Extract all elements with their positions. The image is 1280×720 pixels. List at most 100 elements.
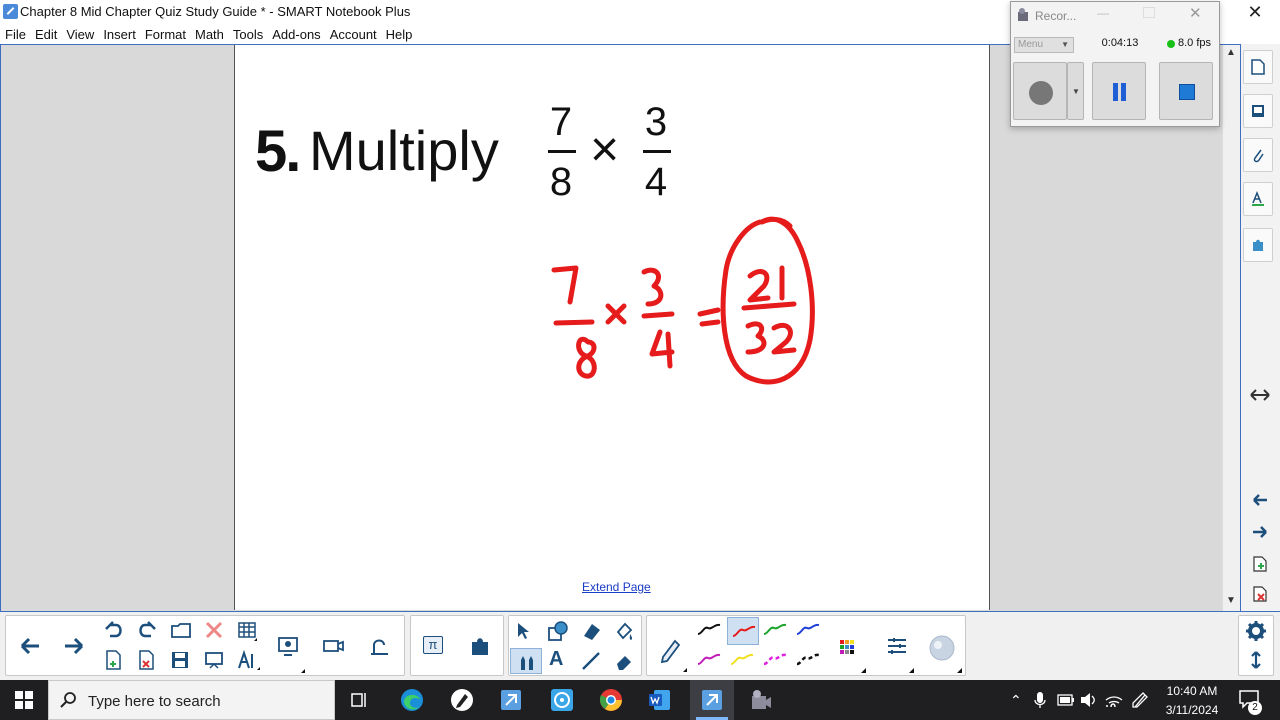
disc-app-icon[interactable]	[549, 687, 575, 713]
edge-browser-icon[interactable]	[399, 687, 425, 713]
gallery-tab[interactable]	[1243, 94, 1273, 128]
ink-stroke-bar3	[741, 301, 797, 311]
volume-icon[interactable]	[1080, 692, 1098, 708]
add-ons-puzzle-icon[interactable]	[469, 635, 491, 657]
properties-bubble-icon[interactable]	[926, 630, 964, 674]
magic-pen-icon[interactable]	[580, 620, 602, 642]
document-camera-icon[interactable]	[322, 637, 346, 655]
text-tool-icon[interactable]: A	[549, 648, 563, 671]
menu-insert[interactable]: Insert	[102, 24, 140, 44]
insert-table-icon[interactable]	[237, 621, 259, 641]
clock-time[interactable]: 10:40 AM	[1158, 684, 1226, 698]
responses-icon[interactable]	[368, 635, 392, 657]
next-page-arrow-icon[interactable]	[64, 637, 86, 655]
pen-green-swatch[interactable]	[762, 620, 788, 640]
recorder-close-icon[interactable]: ✕	[1189, 4, 1202, 22]
recorder-taskbar-icon[interactable]	[748, 687, 774, 713]
previous-page-arrow-icon[interactable]	[18, 637, 40, 655]
save-icon[interactable]	[170, 650, 190, 670]
toolbar-position-icon[interactable]	[1248, 650, 1264, 670]
delete-page-icon[interactable]	[1253, 586, 1267, 602]
pen-yellow-swatch[interactable]	[729, 650, 755, 670]
record-button[interactable]	[1013, 62, 1067, 120]
undo-icon[interactable]	[104, 621, 124, 639]
line-tool-icon[interactable]	[580, 650, 602, 672]
recorder-maximize-icon[interactable]	[1143, 7, 1155, 18]
pen-menu-icon[interactable]	[1131, 691, 1149, 709]
clock-date[interactable]: 3/11/2024	[1158, 703, 1226, 717]
menu-edit[interactable]: Edit	[34, 24, 61, 44]
new-page-icon[interactable]	[104, 650, 124, 670]
select-pointer-icon[interactable]	[514, 621, 532, 641]
menu-math[interactable]: Math	[194, 24, 228, 44]
screen-capture-icon[interactable]	[276, 636, 306, 674]
battery-icon[interactable]	[1057, 694, 1075, 706]
full-screen-icon[interactable]	[204, 650, 224, 670]
menu-tools[interactable]: Tools	[232, 24, 267, 44]
dock-switch-arrows-icon[interactable]	[1250, 388, 1270, 402]
recorder-minimize-icon[interactable]: —	[1097, 6, 1109, 20]
recorder-title: Recor...	[1035, 9, 1077, 23]
redo-icon[interactable]	[137, 621, 157, 639]
search-placeholder: Type here to search	[88, 693, 221, 710]
pause-button[interactable]	[1092, 62, 1146, 120]
scroll-up-arrow-icon[interactable]: ▲	[1222, 45, 1240, 61]
word-app-icon[interactable]	[648, 688, 672, 712]
menu-format[interactable]: Format	[144, 24, 190, 44]
search-icon	[60, 692, 76, 708]
next-page-icon[interactable]	[1252, 525, 1268, 539]
menu-help[interactable]: Help	[385, 24, 417, 44]
page-sorter-tab[interactable]	[1243, 50, 1273, 84]
tray-chevron-up-icon[interactable]: ⌃	[1010, 692, 1022, 709]
properties-tab[interactable]	[1243, 182, 1273, 216]
windows-start-icon[interactable]	[15, 691, 33, 709]
record-options-button[interactable]: ▼	[1067, 62, 1084, 120]
pen-blue-swatch[interactable]	[795, 620, 821, 640]
add-page-icon[interactable]	[1253, 556, 1267, 572]
delete-icon[interactable]	[204, 620, 224, 640]
stop-square-icon	[1179, 84, 1195, 100]
line-style-icon[interactable]	[884, 636, 916, 674]
menu-view[interactable]: View	[65, 24, 98, 44]
shapes-icon[interactable]	[547, 620, 569, 642]
menu-file[interactable]: File	[4, 24, 30, 44]
pen-red-swatch[interactable]	[727, 617, 759, 645]
color-palette-icon[interactable]	[836, 636, 868, 674]
pen-magenta-dashed-swatch[interactable]	[762, 650, 788, 670]
microphone-icon[interactable]	[1034, 691, 1046, 709]
fill-icon[interactable]	[613, 620, 635, 642]
smart-notebook-icon	[3, 4, 18, 19]
scroll-down-arrow-icon[interactable]: ▼	[1222, 593, 1240, 609]
pen-black-dashed-swatch[interactable]	[795, 650, 821, 670]
recorder-menu-dropdown[interactable]: Menu ▼	[1014, 37, 1074, 53]
vertical-scrollbar[interactable]	[1222, 45, 1240, 611]
close-window-icon[interactable]: ✕	[1244, 1, 1266, 23]
pens-tool-button[interactable]	[510, 648, 542, 674]
wifi-icon[interactable]	[1105, 691, 1123, 709]
eraser-icon[interactable]	[613, 650, 635, 672]
open-file-icon[interactable]	[170, 621, 192, 639]
math-tools-icon[interactable]: π	[423, 636, 443, 654]
menu-add-ons[interactable]: Add-ons	[271, 24, 324, 44]
handwritten-work[interactable]	[540, 210, 830, 400]
smart-ink-icon[interactable]	[449, 687, 475, 713]
task-view-icon[interactable]	[350, 690, 370, 710]
smart-notebook-active-task[interactable]	[690, 680, 734, 720]
ink-stroke-3b	[745, 321, 767, 355]
question-number: 5.	[255, 119, 301, 184]
gear-icon[interactable]	[1245, 620, 1267, 642]
pen-type-icon[interactable]	[657, 633, 689, 673]
previous-page-icon[interactable]	[1252, 493, 1268, 507]
chrome-browser-icon[interactable]	[598, 687, 624, 713]
add-ons-tab[interactable]	[1243, 228, 1273, 262]
menu-account[interactable]: Account	[329, 24, 381, 44]
pen-black-swatch[interactable]	[696, 620, 722, 640]
pen-purple-swatch[interactable]	[696, 650, 722, 670]
attachments-tab[interactable]	[1243, 138, 1273, 172]
smart-notebook-taskbar-icon[interactable]	[499, 688, 523, 712]
extend-page-link[interactable]: Extend Page	[582, 580, 651, 594]
delete-page-toolbar-icon[interactable]	[137, 650, 157, 670]
fraction1-bar	[548, 150, 576, 153]
stop-button[interactable]	[1159, 62, 1213, 120]
text-format-icon[interactable]	[237, 650, 261, 670]
